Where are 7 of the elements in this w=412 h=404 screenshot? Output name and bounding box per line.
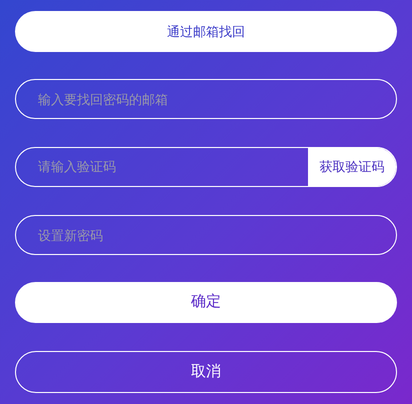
confirm-button[interactable]: 确定	[15, 282, 397, 323]
mode-button[interactable]: 通过邮箱找回	[15, 11, 397, 52]
code-field[interactable]: 请输入验证码 获取验证码	[15, 147, 397, 187]
cancel-button[interactable]: 取消	[15, 351, 397, 393]
input-field[interactable]: 设置新密码	[15, 215, 397, 255]
input-field[interactable]: 输入要找回密码的邮箱	[15, 79, 397, 119]
get-code-button[interactable]: 获取验证码	[308, 148, 396, 186]
